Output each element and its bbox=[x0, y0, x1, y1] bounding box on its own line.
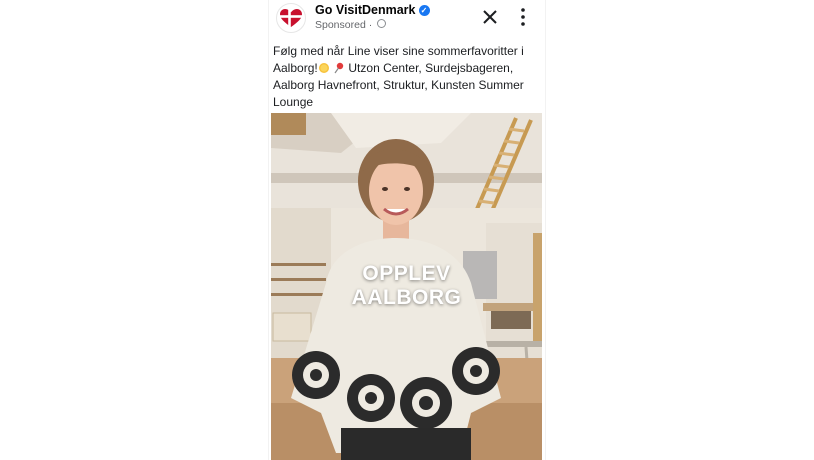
video-player[interactable]: OPPLEV AALBORG bbox=[271, 113, 542, 460]
page-avatar[interactable] bbox=[276, 3, 306, 33]
video-overlay-title: OPPLEV AALBORG bbox=[271, 262, 542, 310]
post-caption: Følg med når Line viser sine sommerfavor… bbox=[273, 43, 537, 111]
page-name-text[interactable]: Go VisitDenmark bbox=[315, 3, 416, 17]
overlay-line2: AALBORG bbox=[351, 286, 462, 309]
post-header: Go VisitDenmark ✓ Sponsored · bbox=[269, 0, 545, 38]
sun-emoji-icon bbox=[318, 63, 329, 73]
overlay-line1: OPPLEV bbox=[362, 262, 451, 285]
denmark-heart-logo-icon bbox=[280, 9, 302, 27]
sponsored-post: Go VisitDenmark ✓ Sponsored · Følg med nå… bbox=[268, 0, 546, 460]
separator: · bbox=[368, 19, 373, 31]
page-name[interactable]: Go VisitDenmark ✓ bbox=[315, 3, 430, 17]
globe-icon bbox=[377, 19, 387, 28]
more-vertical-icon[interactable] bbox=[516, 6, 530, 28]
pushpin-emoji-icon bbox=[334, 62, 344, 74]
sponsored-label[interactable]: Sponsored bbox=[315, 19, 366, 31]
post-subtitle: Sponsored · bbox=[315, 19, 387, 31]
verified-badge-icon: ✓ bbox=[418, 5, 430, 16]
close-icon[interactable] bbox=[479, 6, 501, 28]
